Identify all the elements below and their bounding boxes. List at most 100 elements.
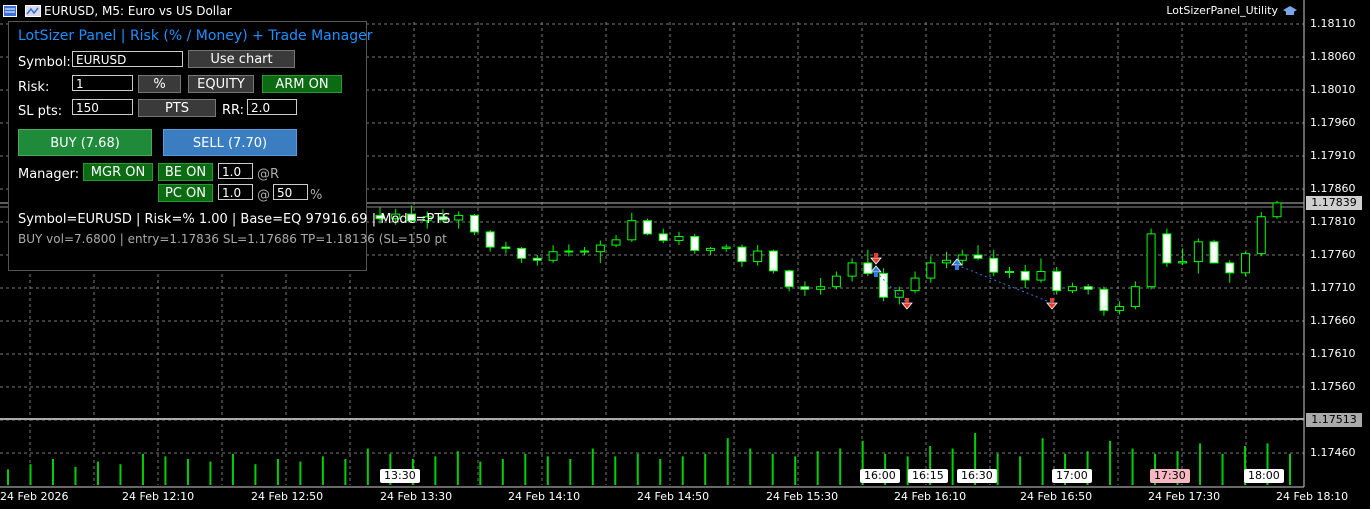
candle-bear <box>1225 262 1235 274</box>
candle-bull <box>1193 241 1203 263</box>
candle-bull <box>1004 271 1014 273</box>
use-chart-button[interactable]: Use chart <box>188 50 295 68</box>
time-tag: 18:00 <box>1244 469 1284 483</box>
chart-window-icon[interactable] <box>3 5 17 17</box>
price-axis-label: 1.17810 <box>1310 215 1356 228</box>
candle-bear <box>580 250 590 253</box>
time-axis-label: 24 Feb 16:50 <box>1020 490 1093 503</box>
price-axis-label: 1.17760 <box>1310 248 1356 261</box>
time-axis-label: 24 Feb 17:30 <box>1148 490 1221 503</box>
break-even-toggle[interactable]: BE ON <box>158 163 213 181</box>
sell-arrow-icon-stem <box>905 298 909 303</box>
candle-bull <box>564 250 574 253</box>
candle-bear <box>1052 271 1062 292</box>
break-even-unit: @R <box>257 167 280 182</box>
rr-input[interactable]: 2.0 <box>247 99 297 115</box>
sell-button[interactable]: SELL (7.70) <box>163 129 297 156</box>
candle-bear <box>768 250 778 272</box>
time-tag: 16:00 <box>860 469 900 483</box>
time-tag: 16:15 <box>908 469 948 483</box>
candle-bull <box>910 277 920 292</box>
break-even-input[interactable]: 1.0 <box>218 163 253 179</box>
buy-arrow-icon <box>870 265 882 273</box>
manager-toggle[interactable]: MGR ON <box>83 163 153 181</box>
candle-bull <box>627 220 637 241</box>
candle-bear <box>532 257 542 261</box>
candle-bear <box>658 233 668 241</box>
candle-bear <box>800 286 810 290</box>
time-tag: 17:30 <box>1150 469 1190 483</box>
candle-bull <box>548 251 558 261</box>
pts-button[interactable]: PTS <box>138 99 216 117</box>
time-tag: 16:30 <box>957 469 997 483</box>
ea-name-label[interactable]: LotSizerPanel_Utility <box>1166 4 1298 17</box>
partial-close-percent-unit: % <box>310 188 323 203</box>
candle-bear <box>1162 233 1172 264</box>
price-axis-label: 1.17960 <box>1310 116 1356 129</box>
candle-bull <box>816 286 826 290</box>
sell-arrow-icon <box>1046 302 1058 310</box>
candle-bull <box>1067 286 1077 292</box>
sell-arrow-icon-stem <box>874 253 878 258</box>
sell-arrow-icon <box>901 302 913 310</box>
symbol-input[interactable]: EURUSD <box>72 51 183 67</box>
time-axis: 24 Feb 2026 24 Feb 12:10 24 Feb 12:50 24 Fe… <box>0 490 1348 508</box>
candle-bull <box>1241 253 1251 274</box>
manager-label: Manager: <box>18 167 80 182</box>
sl-input[interactable]: 150 <box>72 99 133 115</box>
time-axis-label: 24 Feb 12:50 <box>251 490 324 503</box>
status-line-2: BUY vol=7.6800 | entry=1.17836 SL=1.1768… <box>18 232 447 246</box>
time-axis-label: 24 Feb 12:10 <box>122 490 195 503</box>
risk-label: Risk: <box>18 80 50 95</box>
candle-bull <box>942 259 952 264</box>
time-axis-label: 24 Feb 14:10 <box>508 490 581 503</box>
candle-bull <box>705 247 715 251</box>
candle-bull <box>611 239 621 246</box>
line-price-tag: 1.17513 <box>1306 413 1362 427</box>
partial-close-input[interactable]: 1.0 <box>218 184 253 200</box>
candle-bear <box>1083 286 1093 290</box>
candle-bull <box>595 244 605 253</box>
chart-symbol-title: EURUSD, M5: Euro vs US Dollar <box>44 4 232 18</box>
price-axis-label: 1.17910 <box>1310 149 1356 162</box>
risk-mode-button[interactable]: % <box>138 75 181 93</box>
candle-bull <box>847 262 857 277</box>
price-axis-label: 1.17660 <box>1310 314 1356 327</box>
candle-bear <box>1020 271 1030 281</box>
candle-bull <box>753 250 763 263</box>
partial-close-toggle[interactable]: PC ON <box>158 184 213 202</box>
candle-bear <box>1209 241 1219 264</box>
candle-bull <box>1178 261 1188 264</box>
lotsizer-panel: LotSizer Panel | Risk (% / Money) + Trad… <box>8 21 451 271</box>
candle-bear <box>501 246 511 249</box>
time-tag: 13:30 <box>380 469 420 483</box>
sell-arrow-icon <box>870 257 882 265</box>
rr-label: RR: <box>222 103 245 118</box>
buy-button[interactable]: BUY (7.68) <box>18 129 152 156</box>
candle-bear <box>784 270 794 288</box>
candle-bull <box>831 275 841 288</box>
candle-bull <box>926 262 936 279</box>
time-tag: 17:00 <box>1052 469 1092 483</box>
time-axis-label: 24 Feb 18:10 <box>1276 490 1349 503</box>
chart-title-bar: EURUSD, M5: Euro vs US Dollar <box>0 0 1300 22</box>
equity-button[interactable]: EQUITY <box>188 75 254 93</box>
candle-bull <box>1272 202 1282 218</box>
panel-title: LotSizer Panel | Risk (% / Money) + Trad… <box>18 28 373 44</box>
arm-toggle[interactable]: ARM ON <box>262 75 342 93</box>
ea-icon <box>25 5 41 17</box>
candle-bear <box>737 246 747 263</box>
partial-close-at: @ <box>257 188 270 203</box>
candle-bear <box>973 254 983 259</box>
partial-close-percent-input[interactable]: 50 <box>273 184 308 200</box>
price-axis-label: 1.17460 <box>1310 446 1356 459</box>
candle-bull <box>454 214 464 221</box>
candle-bull <box>1115 305 1125 311</box>
candle-bear <box>989 257 999 273</box>
current-price-tag: 1.17839 <box>1306 196 1362 210</box>
candle-bull <box>957 254 967 261</box>
risk-input[interactable]: 1 <box>72 75 133 91</box>
candle-bear <box>517 247 527 259</box>
time-axis-label: 24 Feb 14:50 <box>637 490 710 503</box>
sl-label: SL pts: <box>18 104 63 119</box>
